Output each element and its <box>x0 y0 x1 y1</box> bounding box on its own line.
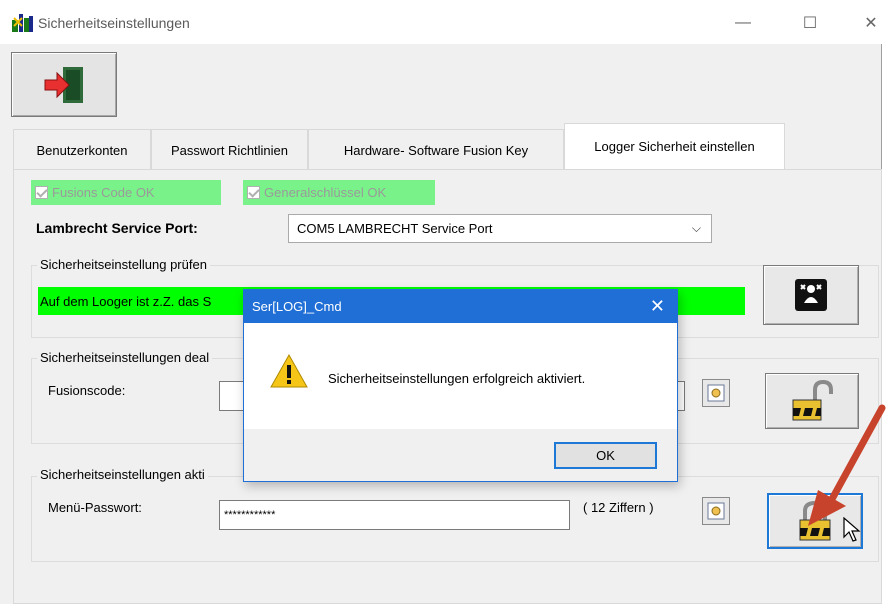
minimize-button[interactable]: — <box>728 10 758 36</box>
tab-fusion-key[interactable]: Hardware- Software Fusion Key <box>308 129 564 170</box>
red-arrow-annotation <box>808 404 886 526</box>
status-text: Auf dem Looger ist z.Z. das S <box>40 293 212 309</box>
tab-logger-sicherheit[interactable]: Logger Sicherheit einstellen <box>564 123 785 169</box>
checkbox-icon <box>35 186 48 199</box>
exit-door-icon <box>44 66 83 103</box>
deactivate-group-title: Sicherheitseinstellungen deal <box>37 350 213 365</box>
close-button[interactable]: ✕ <box>856 10 886 36</box>
app-icon <box>12 14 33 32</box>
dialog-title: Ser[LOG]_Cmd <box>252 299 342 314</box>
mouse-cursor-icon <box>843 517 861 542</box>
port-select[interactable]: COM5 LAMBRECHT Service Port ⌵ <box>288 214 712 243</box>
title-bar: Sicherheitseinstellungen — ☐ ✕ <box>0 0 882 44</box>
exit-button[interactable] <box>11 52 117 117</box>
info-card-icon <box>707 502 725 520</box>
dialog-footer: OK <box>244 429 677 481</box>
fusion-code-info-button[interactable] <box>702 379 730 407</box>
activate-group-title: Sicherheitseinstellungen akti <box>37 467 208 482</box>
general-key-label: Generalschlüssel OK <box>264 185 387 200</box>
general-key-check: Generalschlüssel OK <box>243 180 435 205</box>
ok-button[interactable]: OK <box>554 442 657 469</box>
chevron-down-icon: ⌵ <box>691 221 701 235</box>
port-select-value: COM5 LAMBRECHT Service Port <box>297 221 493 236</box>
fusion-code-field-label: Fusionscode: <box>48 383 126 398</box>
warning-icon <box>270 353 308 388</box>
checkbox-icon <box>247 186 260 199</box>
info-card-icon <box>707 384 725 402</box>
password-hint: ( 12 Ziffern ) <box>583 500 654 515</box>
dialog-message: Sicherheitseinstellungen erfolgreich akt… <box>328 371 586 386</box>
check-group-title: Sicherheitseinstellung prüfen <box>37 257 210 272</box>
check-security-button[interactable] <box>763 265 859 325</box>
window-title: Sicherheitseinstellungen <box>38 15 190 31</box>
tab-benutzerkonten[interactable]: Benutzerkonten <box>13 129 151 170</box>
menu-password-label: Menü-Passwort: <box>48 500 142 515</box>
menu-password-input[interactable]: ************ <box>219 500 570 530</box>
maximize-button[interactable]: ☐ <box>795 10 825 36</box>
fusion-code-label: Fusions Code OK <box>52 185 155 200</box>
dialog-close-button[interactable]: ✕ <box>650 296 665 317</box>
dialog-title-bar: Ser[LOG]_Cmd ✕ <box>244 290 677 323</box>
fusion-code-check: Fusions Code OK <box>31 180 221 205</box>
user-check-icon <box>795 279 827 311</box>
password-info-button[interactable] <box>702 497 730 525</box>
port-label: Lambrecht Service Port: <box>36 220 198 236</box>
tab-passwort-richtlinien[interactable]: Passwort Richtlinien <box>151 129 308 170</box>
message-dialog: Ser[LOG]_Cmd ✕ Sicherheitseinstellungen … <box>243 289 678 482</box>
